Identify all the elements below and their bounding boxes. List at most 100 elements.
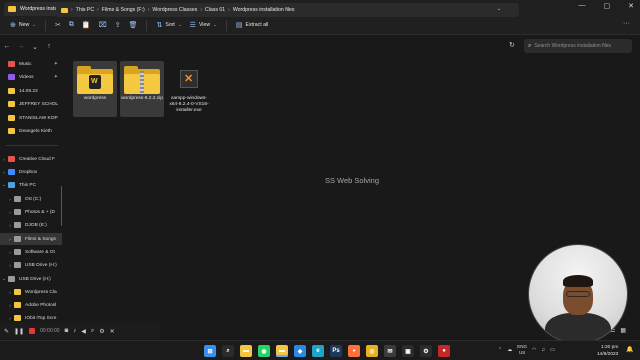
sidebar-item-photos-d[interactable]: › Photos & + (D — [0, 206, 62, 218]
chrome-icon[interactable]: ◎ — [366, 345, 378, 357]
up-arrow-icon[interactable]: ↑ — [42, 43, 56, 50]
chevron-down-icon[interactable]: ⌄ — [0, 182, 8, 188]
edge-icon[interactable]: e — [312, 345, 324, 357]
cut-button[interactable]: ✂ — [51, 18, 65, 33]
sidebar-item-creative-cloud[interactable]: › Creative Cloud F — [0, 153, 62, 165]
chevron-right-icon[interactable]: › — [6, 197, 14, 202]
file-explorer-icon[interactable]: ▬ — [240, 345, 252, 357]
camera-icon[interactable]: ◙ — [65, 328, 69, 334]
search-icon[interactable]: ⌕ — [222, 345, 234, 357]
share-button[interactable]: ⇪ — [111, 18, 125, 33]
sidebar-item-videos[interactable]: Videos ✦ — [0, 71, 62, 83]
address-bar[interactable]: › This PC › Films & Songs (F:) › Wordpre… — [56, 3, 519, 17]
vscode-icon[interactable]: ◆ — [294, 345, 306, 357]
sidebar-item-usb-drive-h-root[interactable]: ⌄ USB Drive (H:) — [0, 273, 62, 285]
zoom-icon[interactable]: ⌕ — [91, 328, 94, 335]
sidebar-item-deangelo[interactable]: Deangelo Kieth — [0, 125, 62, 137]
photoshop-icon[interactable]: Ps — [330, 345, 342, 357]
copy-button[interactable]: ⧉ — [65, 18, 78, 33]
rename-button[interactable]: ⌧ — [95, 18, 111, 33]
recorder-icon[interactable]: ● — [438, 345, 450, 357]
sidebar-item-label: Wordpress Cla — [25, 289, 57, 295]
pause-icon[interactable]: ❚❚ — [14, 328, 24, 335]
firefox-icon[interactable]: ◕ — [348, 345, 360, 357]
more-options-icon[interactable]: ··· — [623, 20, 630, 27]
sidebar-item-adobe-photoshop[interactable]: › Adobe Photosl — [0, 299, 62, 311]
mic-icon[interactable]: ♪ — [73, 328, 76, 334]
sidebar-item-software[interactable]: › Software & Ot — [0, 246, 62, 258]
sidebar-item-usb-drive-h[interactable]: › USB Drive (H:) — [0, 259, 62, 271]
chevron-right-icon[interactable]: › — [6, 290, 14, 295]
folder-icon — [8, 101, 15, 107]
new-button[interactable]: ⊕ New ⌄ — [6, 18, 40, 33]
delete-button[interactable]: 🗑 — [125, 18, 142, 33]
recent-locations-icon[interactable]: ⌄ — [28, 43, 42, 51]
chevron-down-icon: ⌄ — [213, 22, 217, 27]
language-indicator[interactable]: ENG US — [517, 344, 527, 356]
mail-icon[interactable]: ✉ — [384, 345, 396, 357]
refresh-icon[interactable]: ↻ — [509, 41, 515, 49]
clock[interactable]: 1:20 pm 14/8/2023 — [597, 344, 618, 358]
sidebar-item-stanislaw[interactable]: STANISLAW KOP — [0, 112, 62, 124]
chevron-right-icon[interactable]: › — [0, 157, 8, 162]
cloud-icon[interactable]: ☁ — [507, 347, 512, 353]
speaker-icon[interactable]: ◀ — [81, 328, 86, 335]
sidebar-item-music[interactable]: Music ✦ — [0, 58, 62, 70]
paste-button[interactable]: 📋 — [78, 18, 95, 33]
windows-start-icon[interactable]: ⊞ — [204, 345, 216, 357]
battery-icon[interactable]: ▭ — [550, 347, 555, 353]
close-window-icon[interactable]: ✕ — [628, 2, 634, 10]
close-icon[interactable]: ✕ — [110, 328, 115, 335]
extract-all-button[interactable]: ▤ Extract all — [232, 18, 272, 33]
maximize-icon[interactable]: ▢ — [604, 2, 611, 10]
chevron-right-icon[interactable]: › — [6, 263, 14, 268]
stop-icon[interactable] — [29, 328, 36, 334]
file-item-wordpress[interactable]: W wordpress — [73, 61, 117, 117]
sidebar-item-wordpress-classes[interactable]: › Wordpress Cla — [0, 286, 62, 298]
search-box[interactable]: ⌕ — [524, 39, 632, 53]
view-button[interactable]: ☰ View ⌄ — [186, 18, 221, 33]
breadcrumb-class-01[interactable]: Class 01 — [205, 7, 225, 13]
file-explorer-active-icon[interactable]: ▬ — [276, 345, 288, 357]
notification-icon[interactable]: 🔔 — [626, 346, 633, 353]
chevron-right-icon[interactable]: › — [6, 237, 14, 242]
forward-arrow-icon[interactable]: → — [14, 43, 28, 50]
sidebar-item-jeffrey[interactable]: JEFFREY SCHOL — [0, 98, 62, 110]
sidebar-item-djob-e[interactable]: › DJOB (E:) — [0, 219, 62, 231]
whatsapp-icon[interactable]: ◉ — [258, 345, 270, 357]
chevron-up-icon[interactable]: ⌃ — [498, 347, 502, 353]
chevron-right-icon[interactable]: › — [6, 223, 14, 228]
taskbar-apps: ⊞ ⌕ ▬ ◉ ▬ ◆ e Ps ◕ ◎ ✉ ▣ ⚙ ● — [204, 345, 450, 357]
sort-button[interactable]: ⇅ Sort ⌄ — [152, 18, 185, 33]
volume-icon[interactable]: ♫ — [541, 347, 545, 353]
wifi-icon[interactable]: ◠ — [532, 347, 536, 353]
pen-icon[interactable]: ✎ — [4, 328, 9, 335]
sidebar-item-os-c[interactable]: › OS (C:) — [0, 193, 62, 205]
breadcrumb-current-folder[interactable]: Wordpress installation files — [233, 7, 295, 13]
tiles-view-icon[interactable]: ▦ — [620, 327, 626, 334]
chevron-right-icon[interactable]: › — [6, 303, 14, 308]
store-icon[interactable]: ▣ — [402, 345, 414, 357]
chevron-right-icon[interactable]: › — [6, 316, 14, 321]
breadcrumb-this-pc[interactable]: This PC — [76, 7, 94, 13]
settings-icon[interactable]: ⚙ — [420, 345, 432, 357]
breadcrumb-wordpress-classes[interactable]: Wordpress Classes — [152, 7, 197, 13]
sidebar-item-dropbox[interactable]: › Dropbox — [0, 166, 62, 178]
chevron-right-icon[interactable]: › — [6, 210, 14, 215]
search-input[interactable] — [534, 43, 631, 49]
chevron-right-icon[interactable]: › — [6, 250, 14, 255]
file-item-wordpress-zip[interactable]: wordpress-6.2.2.zip — [120, 61, 164, 117]
minimize-icon[interactable]: — — [579, 2, 586, 10]
sidebar-item-this-pc[interactable]: ⌄ This PC — [0, 179, 62, 191]
breadcrumb-drive[interactable]: Films & Songs (F:) — [102, 7, 145, 13]
back-arrow-icon[interactable]: ← — [0, 43, 14, 50]
chevron-down-icon[interactable]: ⌄ — [0, 276, 8, 282]
chevron-right-icon[interactable]: › — [0, 170, 8, 175]
sidebar-item-14-08-23[interactable]: 14.08.23 — [0, 85, 62, 97]
sidebar-item-films-songs[interactable]: › Films & Songs — [0, 233, 62, 245]
settings-icon[interactable]: ⚙ — [99, 328, 104, 335]
sort-label: Sort — [165, 22, 175, 28]
sidebar-scrollbar[interactable] — [61, 186, 62, 226]
chevron-down-icon[interactable]: ⌄ — [497, 6, 501, 12]
file-item-xampp-installer[interactable]: ✕ xampp-windows-x64-8.2.4-0-VS16-install… — [167, 61, 211, 117]
